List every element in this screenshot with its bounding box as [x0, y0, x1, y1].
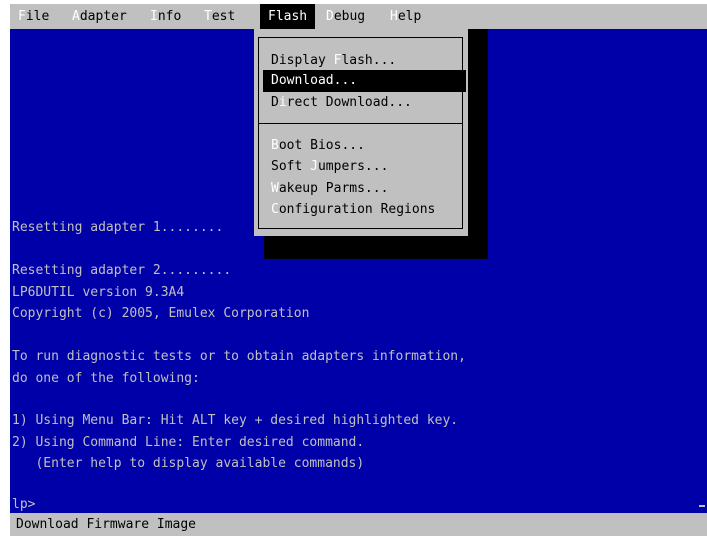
menu-hotkey: H — [390, 9, 398, 24]
menu-label: elp — [397, 9, 422, 24]
item-text: akeup Parms... — [278, 181, 389, 196]
menu-hotkey: D — [326, 9, 334, 24]
console-line: 2) Using Command Line: Enter desired com… — [12, 435, 365, 450]
item-hotkey: J — [310, 159, 318, 174]
menu-debug[interactable]: Debug — [326, 4, 365, 29]
console-line: (Enter help to display available command… — [12, 456, 365, 471]
menu-flash[interactable]: Flash — [260, 4, 316, 29]
menu-item-boot-bios[interactable]: Boot Bios... — [263, 135, 466, 157]
menu-hotkey: F — [268, 9, 276, 24]
menu-item-display-flash[interactable]: Display Flash... — [263, 50, 466, 72]
menu-label: lash — [275, 9, 308, 24]
console-line: Resetting adapter 1........ — [12, 220, 224, 235]
item-text: umpers... — [317, 159, 389, 174]
menu-item-soft-jumpers[interactable]: Soft Jumpers... — [263, 156, 466, 178]
status-text: Download Firmware Image — [16, 517, 197, 532]
menu-info[interactable]: Info — [150, 4, 181, 29]
item-text: Display — [271, 53, 334, 68]
item-text: Soft — [271, 159, 311, 174]
flash-dropdown-menu: Display Flash... Download... Direct Down… — [254, 29, 468, 236]
menu-label: nfo — [157, 9, 182, 24]
item-text: D — [271, 95, 279, 110]
menu-item-direct-download[interactable]: Direct Download... — [263, 92, 466, 114]
menu-hotkey: I — [150, 9, 158, 24]
menu-item-download[interactable]: Download... — [263, 70, 466, 92]
console-line: Copyright (c) 2005, Emulex Corporation — [12, 306, 310, 321]
item-text: Download... — [271, 73, 358, 88]
item-hotkey: B — [271, 138, 279, 153]
menu-help[interactable]: Help — [390, 4, 421, 29]
console-line: Resetting adapter 2......... — [12, 263, 232, 278]
item-hotkey: W — [271, 181, 279, 196]
console-line: do one of the following: — [12, 371, 200, 386]
menu-item-configuration-regions[interactable]: Configuration Regions — [263, 199, 466, 221]
menu-test[interactable]: Test — [204, 4, 235, 29]
item-text: rect Download... — [286, 95, 412, 110]
console-line: LP6DUTIL version 9.3A4 — [12, 285, 185, 300]
menu-label: ile — [25, 9, 50, 24]
menu-label: est — [211, 9, 236, 24]
text-cursor — [699, 505, 705, 507]
item-text: lash... — [341, 53, 397, 68]
menu-separator — [259, 123, 462, 124]
dropdown-frame: Display Flash... Download... Direct Down… — [258, 37, 466, 229]
menu-hotkey: A — [72, 9, 80, 24]
item-text: oot Bios... — [278, 138, 365, 153]
item-hotkey: C — [271, 202, 279, 217]
console-line: 1) Using Menu Bar: Hit ALT key + desired… — [12, 413, 459, 428]
menu-hotkey: T — [204, 9, 212, 24]
item-text: onfiguration Regions — [278, 202, 436, 217]
console-line: To run diagnostic tests or to obtain ada… — [12, 349, 466, 364]
terminal-screen: File Adapter Info Test Flash Debug Help … — [0, 0, 707, 536]
menu-item-wakeup-parms[interactable]: Wakeup Parms... — [263, 178, 466, 200]
menu-file[interactable]: File — [18, 4, 49, 29]
menu-label: dapter — [79, 9, 127, 24]
item-hotkey: i — [278, 95, 287, 110]
status-bar: Download Firmware Image — [10, 513, 707, 536]
menu-bar: File Adapter Info Test Flash Debug Help — [10, 4, 707, 29]
menu-hotkey: F — [18, 9, 26, 24]
menu-adapter[interactable]: Adapter — [72, 4, 127, 29]
menu-label: ebug — [333, 9, 366, 24]
